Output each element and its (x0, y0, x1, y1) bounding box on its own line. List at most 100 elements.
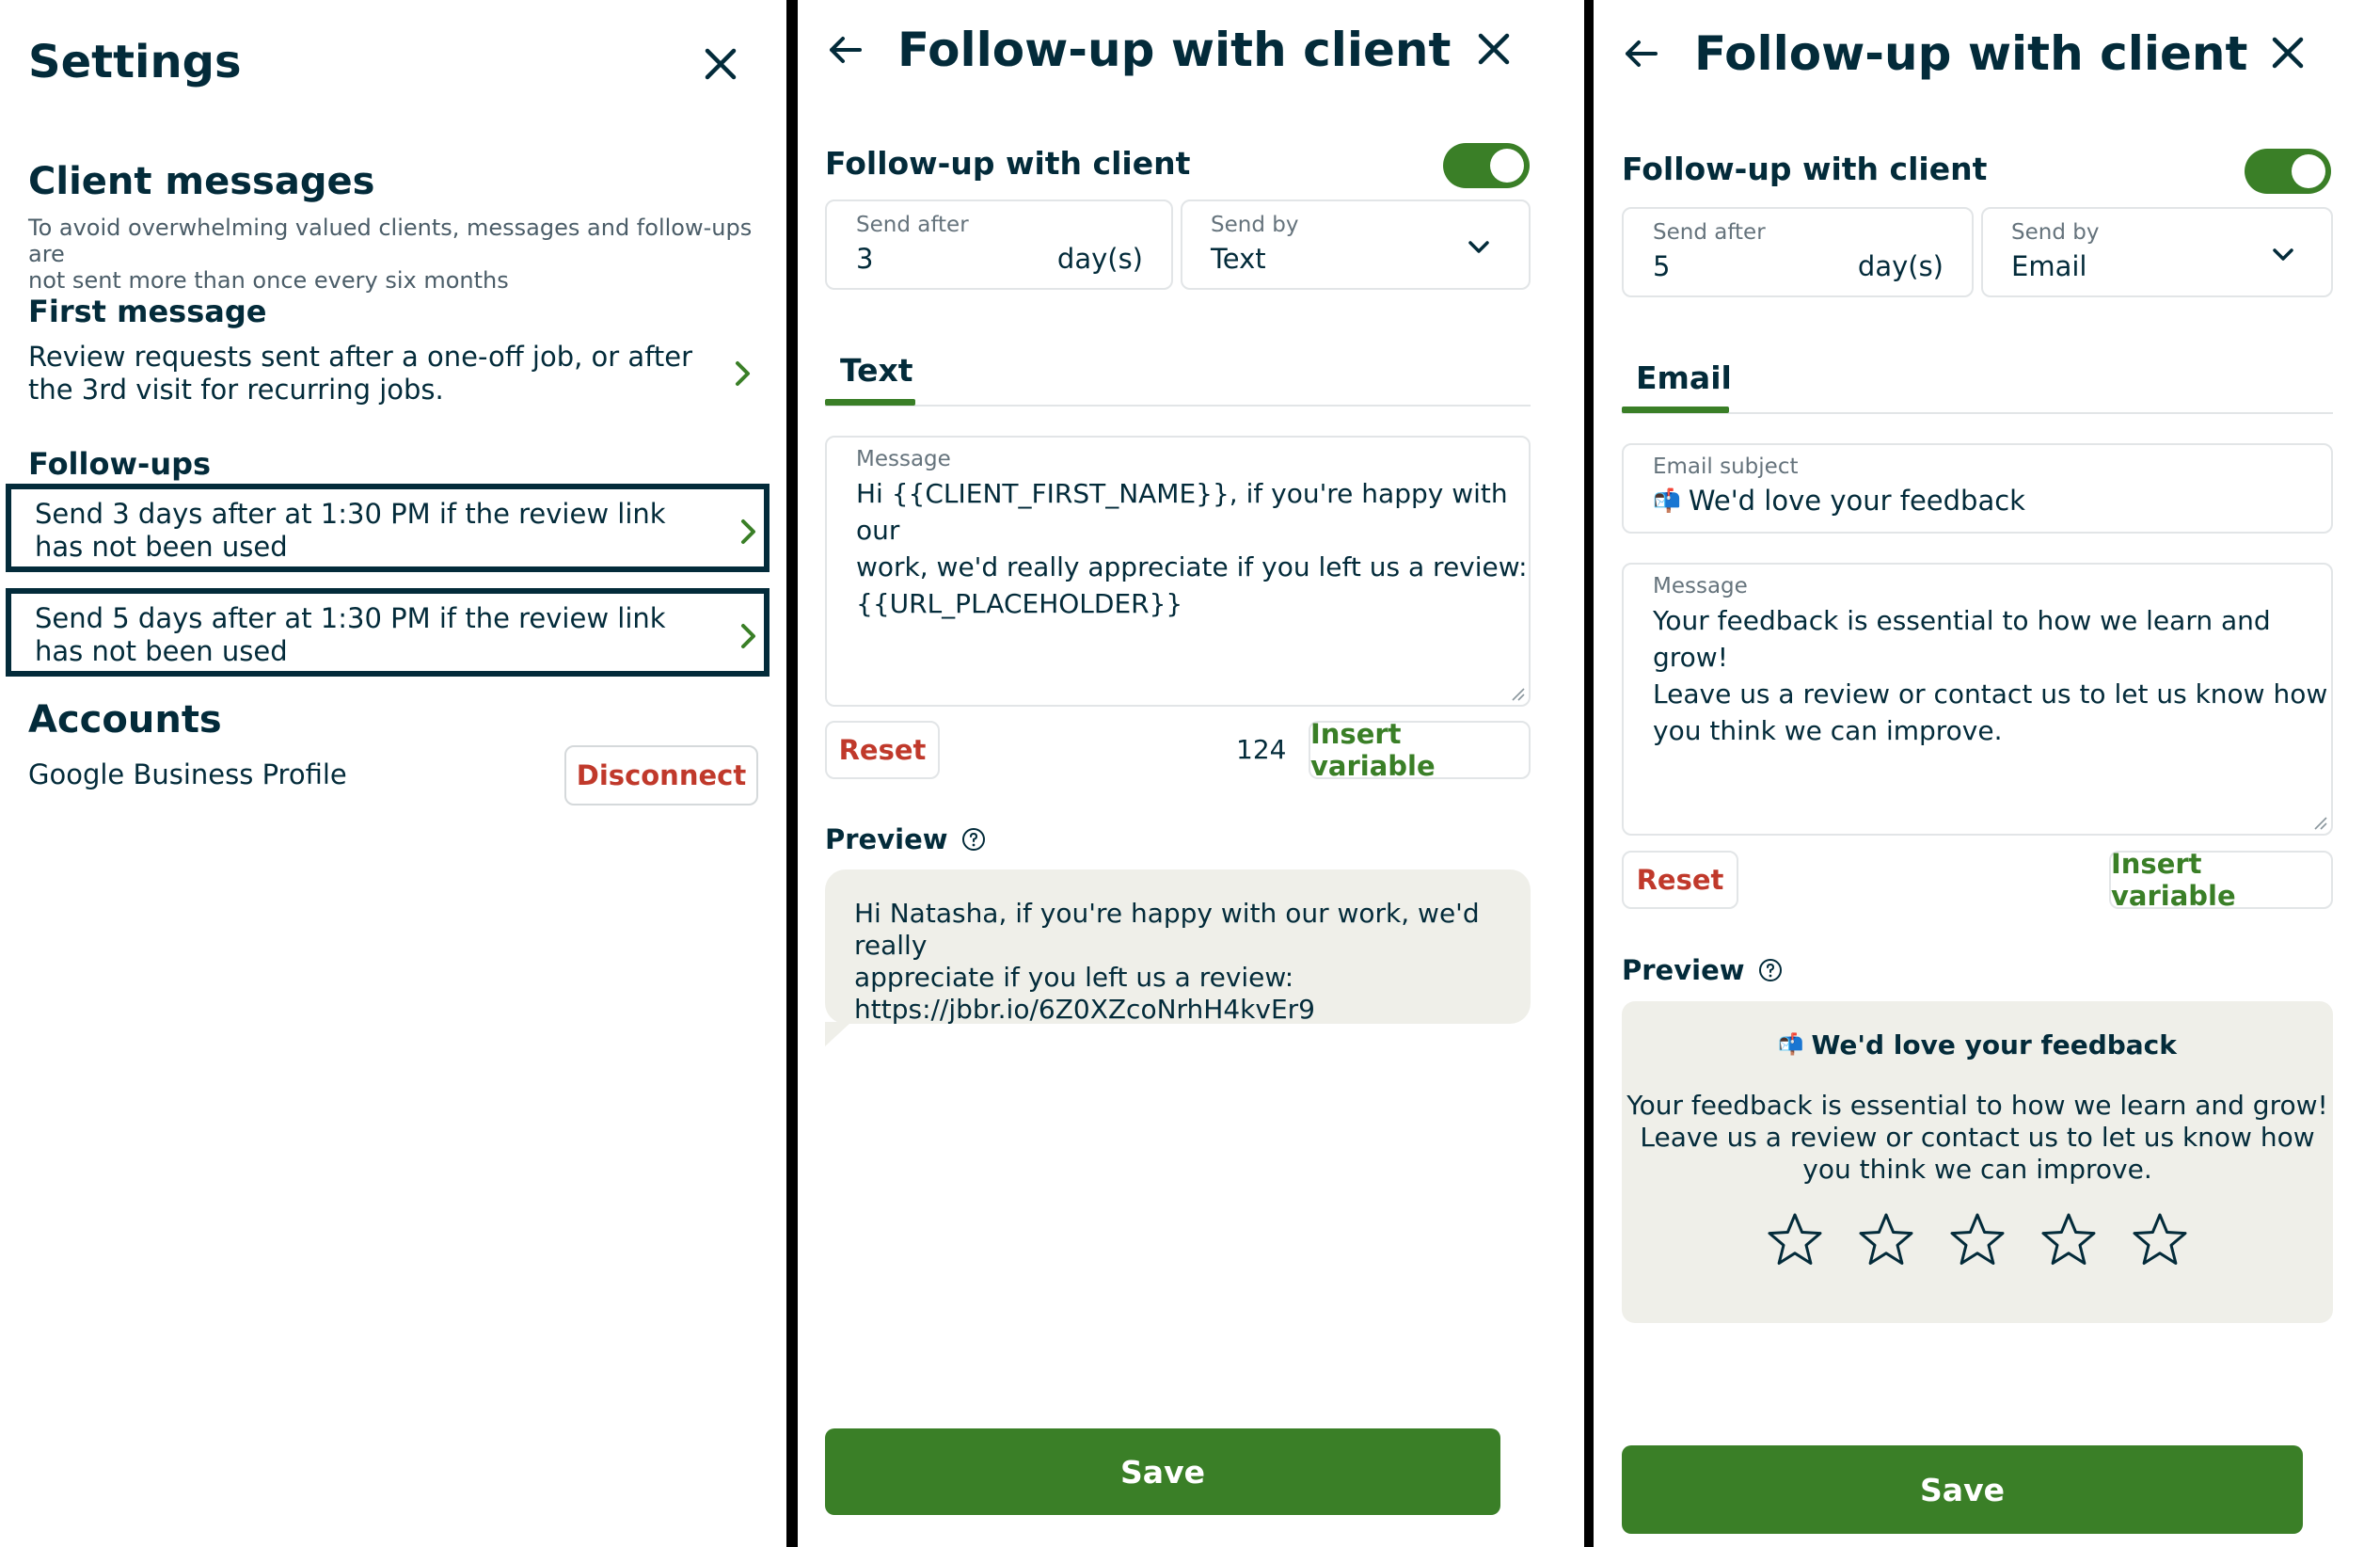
chevron-down-icon (1468, 241, 1489, 253)
help-icon[interactable] (1758, 958, 1783, 982)
character-count: 124 (1236, 734, 1287, 765)
message-content: Hi {{CLIENT_FIRST_NAME}}, if you're happ… (856, 475, 1529, 622)
first-message-description: Review requests sent after a one-off job… (28, 341, 771, 407)
send-after-field[interactable]: Send after 5 day(s) (1622, 207, 1974, 297)
followups-heading: Follow-ups (28, 446, 212, 482)
chevron-right-icon (741, 519, 755, 544)
close-icon[interactable] (2265, 30, 2310, 75)
message-line: Leave us a review or contact us to let u… (1653, 678, 2328, 710)
preview-line: appreciate if you left us a review: (854, 962, 1294, 993)
message-line: you think we can improve. (1653, 715, 2003, 746)
mailbox-icon: 📬 (1778, 1033, 1804, 1057)
followup-line: has not been used (35, 635, 288, 667)
message-line: Your feedback is essential to how we lea… (1653, 605, 2271, 673)
save-button[interactable]: Save (1622, 1445, 2303, 1534)
chevron-right-icon (741, 624, 755, 648)
resize-handle-icon[interactable] (1510, 686, 1525, 701)
disconnect-button[interactable]: Disconnect (564, 745, 758, 805)
back-arrow-icon[interactable] (1622, 34, 1661, 73)
first-message-item[interactable]: First message Review requests sent after… (28, 294, 771, 416)
followup-text-panel: Follow-up with client Follow-up with cli… (798, 0, 1584, 1547)
star-icon[interactable] (1766, 1210, 1824, 1268)
email-preview-card: 📬 We'd love your feedback Your feedback … (1622, 1001, 2333, 1323)
tab-active-indicator (1622, 407, 1729, 413)
email-subject-input: 📬 We'd love your feedback (1653, 485, 2025, 517)
email-subject-value: We'd love your feedback (1688, 485, 2025, 517)
client-messages-subtext-line: not sent more than once every six months (28, 267, 509, 294)
chevron-down-icon (2273, 248, 2293, 261)
toggle-knob (1490, 149, 1524, 183)
send-by-value: Email (2011, 250, 2087, 282)
settings-panel: Settings Client messages To avoid overwh… (0, 0, 786, 1547)
message-textarea[interactable]: Message Your feedback is essential to ho… (1622, 563, 2333, 836)
email-subject-field[interactable]: Email subject 📬 We'd love your feedback (1622, 443, 2333, 534)
section-title: Follow-up with client (825, 145, 1191, 182)
client-messages-heading: Client messages (28, 160, 375, 203)
send-after-value: 3 (856, 243, 874, 275)
followup-item[interactable]: Send 5 days after at 1:30 PM if the revi… (6, 588, 770, 677)
enable-toggle[interactable] (1443, 143, 1530, 188)
star-rating (1622, 1210, 2333, 1268)
send-after-field[interactable]: Send after 3 day(s) (825, 199, 1173, 290)
send-by-value: Text (1211, 243, 1266, 275)
send-by-label: Send by (1211, 213, 1299, 237)
send-by-select[interactable]: Send by Email (1981, 207, 2333, 297)
message-label: Message (856, 447, 951, 471)
mailbox-icon: 📬 (1653, 487, 1681, 514)
star-icon[interactable] (2039, 1210, 2098, 1268)
preview-label: Preview (825, 823, 948, 855)
tab-email[interactable]: Email (1636, 359, 1732, 396)
preview-heading: Preview (825, 823, 986, 855)
send-after-label: Send after (856, 213, 969, 237)
preview-subject: 📬 We'd love your feedback (1622, 1029, 2333, 1061)
send-by-label: Send by (2011, 220, 2100, 245)
message-line: {{URL_PLACEHOLDER}} (856, 588, 1183, 619)
panel-divider (1584, 0, 1594, 1547)
send-after-label: Send after (1653, 220, 1766, 245)
tab-rule (825, 405, 1531, 407)
close-icon[interactable] (1471, 26, 1516, 72)
toggle-knob (2292, 154, 2325, 188)
star-icon[interactable] (2131, 1210, 2189, 1268)
page-title: Follow-up with client (1694, 26, 2248, 81)
insert-variable-button[interactable]: Insert variable (1309, 718, 1531, 782)
client-messages-subtext-line: To avoid overwhelming valued clients, me… (28, 215, 753, 267)
star-icon[interactable] (1948, 1210, 2007, 1268)
insert-variable-button[interactable]: Insert variable (2109, 848, 2333, 912)
message-line: Hi {{CLIENT_FIRST_NAME}}, if you're happ… (856, 478, 1508, 546)
back-arrow-icon[interactable] (826, 30, 865, 70)
client-messages-subtext: To avoid overwhelming valued clients, me… (28, 215, 786, 294)
message-textarea[interactable]: Message Hi {{CLIENT_FIRST_NAME}}, if you… (825, 436, 1531, 707)
first-message-heading: First message (28, 294, 267, 329)
send-by-select[interactable]: Send by Text (1181, 199, 1531, 290)
sms-preview-bubble: Hi Natasha, if you're happy with our wor… (825, 869, 1531, 1025)
followup-item[interactable]: Send 3 days after at 1:30 PM if the revi… (6, 484, 770, 572)
resize-handle-icon[interactable] (2312, 815, 2327, 830)
preview-line: https://jbbr.io/6Z0XZcoNrhH4kvEr9 (854, 994, 1315, 1025)
message-content: Your feedback is essential to how we lea… (1653, 602, 2331, 749)
followup-line: Send 5 days after at 1:30 PM if the revi… (35, 602, 666, 634)
panel-divider (786, 0, 798, 1547)
settings-title: Settings (28, 36, 242, 88)
enable-toggle[interactable] (2245, 149, 2331, 194)
page-title: Follow-up with client (897, 23, 1452, 77)
reset-button[interactable]: Reset (1622, 851, 1738, 909)
tab-text[interactable]: Text (840, 352, 913, 389)
send-after-value: 5 (1653, 250, 1671, 282)
section-title: Follow-up with client (1622, 151, 1988, 187)
followup-line: Send 3 days after at 1:30 PM if the revi… (35, 498, 666, 530)
help-icon[interactable] (961, 827, 986, 852)
message-line: work, we'd really appreciate if you left… (856, 551, 1528, 582)
send-after-unit: day(s) (1857, 250, 1944, 282)
email-subject-label: Email subject (1653, 455, 1799, 479)
preview-line: you think we can improve. (1802, 1154, 2152, 1185)
save-button[interactable]: Save (825, 1428, 1500, 1515)
preview-line: Leave us a review or contact us to let u… (1640, 1122, 2315, 1153)
preview-line: Hi Natasha, if you're happy with our wor… (854, 898, 1480, 961)
reset-button[interactable]: Reset (825, 721, 940, 779)
followup-description: Send 3 days after at 1:30 PM if the revi… (35, 498, 666, 564)
preview-message: Your feedback is essential to how we lea… (1622, 1090, 2333, 1186)
star-icon[interactable] (1857, 1210, 1915, 1268)
close-icon[interactable] (698, 41, 743, 87)
accounts-heading: Accounts (28, 698, 222, 742)
